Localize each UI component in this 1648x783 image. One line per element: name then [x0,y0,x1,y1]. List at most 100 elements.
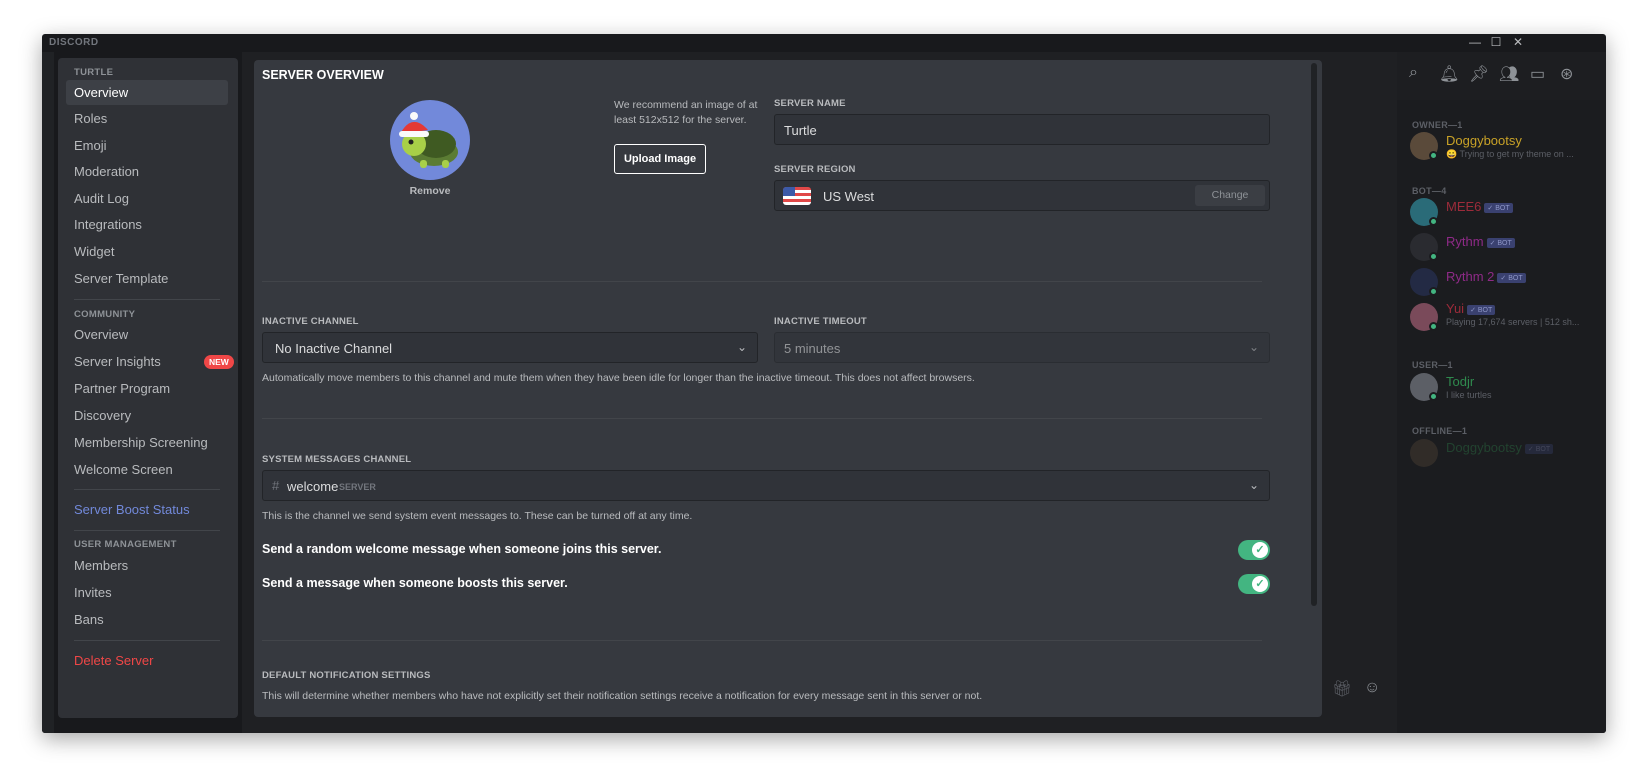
system-description: This is the channel we send system event… [262,510,693,522]
title-bar: DISCORD — ☐ ✕ [42,34,1606,52]
sidebar-heading-community: COMMUNITY [74,309,136,320]
emoji-icon[interactable]: ☺ [1364,679,1380,697]
sidebar-heading-user-management: USER MANAGEMENT [74,539,177,550]
sidebar-item-overview[interactable]: Overview [66,80,228,105]
section-divider [262,640,1262,641]
sidebar-divider [74,530,220,531]
remove-icon-link[interactable]: Remove [390,185,470,197]
boost-message-option: Send a message when someone boosts this … [262,576,568,590]
sidebar-divider [74,489,220,490]
member-status: Playing 17,674 servers | 512 sh... [1446,317,1580,327]
pin-icon[interactable]: 📌︎ [1469,64,1489,84]
us-flag-icon [783,187,811,205]
scrollbar[interactable] [1311,63,1317,606]
member-status: I like turtles [1446,390,1492,400]
app-brand: DISCORD [49,37,99,48]
server-region-value: US West [823,189,875,204]
sidebar-item-moderation[interactable]: Moderation [66,159,228,184]
server-region-label: SERVER REGION [774,164,856,175]
member-name: Rythm [1446,234,1484,249]
hash-icon: # [272,478,280,493]
chevron-down-icon: ⌄ [1248,340,1259,354]
check-icon: ✓ [1252,576,1268,592]
member-name: Doggybootsy [1446,133,1522,148]
sidebar-item-server-template[interactable]: Server Template [66,266,228,291]
sidebar-item-bans[interactable]: Bans [66,607,228,632]
online-dot [1429,252,1438,261]
sidebar-item-boost-status[interactable]: Server Boost Status [66,497,228,522]
group-owner: OWNER—1 [1412,120,1463,130]
member-name: Rythm 2 [1446,269,1495,284]
sidebar-item-partner-program[interactable]: Partner Program [66,376,228,401]
server-name-value: Turtle [784,123,817,138]
bot-badge: ✓ BOT [1497,272,1526,283]
sidebar-item-discovery[interactable]: Discovery [66,403,228,428]
system-channel-value: welcome [287,479,339,494]
boost-message-toggle[interactable]: ✓ [1238,574,1270,594]
inactive-channel-value: No Inactive Channel [275,341,393,356]
sidebar-heading-server: TURTLE [74,67,114,78]
sidebar-item-roles[interactable]: Roles [66,106,228,131]
page-title: SERVER OVERVIEW [262,68,384,82]
change-region-button[interactable]: Change [1195,185,1265,206]
server-icon[interactable] [390,100,470,180]
inbox-icon[interactable]: ▭ [1530,64,1545,84]
help-icon[interactable]: ⊛ [1560,64,1573,84]
online-dot [1429,151,1438,160]
sidebar-item-membership-screening[interactable]: Membership Screening [66,430,228,455]
server-rail [42,52,54,733]
server-name-input[interactable]: Turtle [774,114,1270,145]
group-offline: OFFLINE—1 [1412,426,1468,436]
inactive-channel-select[interactable]: No Inactive Channel ⌄ [262,332,758,363]
bell-icon[interactable]: 🔔︎ [1439,64,1459,84]
sidebar-item-label: Server Insights [74,354,161,369]
online-dot [1429,287,1438,296]
sidebar-item-invites[interactable]: Invites [66,580,228,605]
member-name: MEE6 [1446,199,1482,214]
sidebar-item-audit-log[interactable]: Audit Log [66,186,228,211]
inactive-timeout-label: INACTIVE TIMEOUT [774,316,867,327]
new-badge: NEW [204,355,234,369]
section-divider [262,418,1262,419]
bot-badge: ✓ BOT [1524,443,1554,454]
system-channel-select[interactable]: # welcome SERVER ⌄ [262,470,1270,501]
upload-image-button[interactable]: Upload Image [614,144,706,174]
channel-category: SERVER [339,482,376,492]
sidebar-item-members[interactable]: Members [66,553,228,578]
settings-sidebar: TURTLE Overview Roles Emoji Moderation A… [58,58,238,718]
gift-icon[interactable]: 🎁︎ [1332,679,1352,699]
server-name-label: SERVER NAME [774,98,846,109]
sidebar-item-delete-server[interactable]: Delete Server [66,648,228,673]
inactive-timeout-value: 5 minutes [784,341,841,356]
minimize-button[interactable]: — [1464,35,1486,49]
sidebar-item-community-overview[interactable]: Overview [66,322,228,347]
sidebar-divider [74,640,220,641]
sidebar-item-server-insights[interactable]: Server Insights NEW [66,349,234,374]
sidebar-item-widget[interactable]: Widget [66,239,228,264]
search-icon[interactable]: ⌕ [1409,64,1418,82]
recommend-text-line-2: least 512x512 for the server. [614,114,747,126]
sidebar-item-welcome-screen[interactable]: Welcome Screen [66,457,228,482]
welcome-message-option: Send a random welcome message when someo… [262,542,662,556]
online-dot [1429,217,1438,226]
group-user: USER—1 [1412,360,1453,370]
group-bot: BOT—4 [1412,186,1447,196]
sidebar-item-emoji[interactable]: Emoji [66,133,228,158]
member-name: Todjr [1446,374,1475,389]
sidebar-item-integrations[interactable]: Integrations [66,212,228,237]
settings-content: SERVER OVERVIEW Remove We recommend an i… [254,60,1322,717]
member-name: Doggybootsy [1446,440,1522,455]
welcome-message-toggle[interactable]: ✓ [1238,540,1270,560]
bot-badge: ✓ BOT [1486,237,1515,248]
server-region-field: US West Change [774,180,1270,211]
system-channel-label: SYSTEM MESSAGES CHANNEL [262,454,412,465]
turtle-icon [399,112,458,168]
close-window-button[interactable]: ✕ [1507,35,1529,49]
maximize-button[interactable]: ☐ [1485,35,1507,49]
recommend-text-line-1: We recommend an image of at [614,99,758,111]
bot-badge: ✓ BOT [1467,304,1496,315]
member-name: Yui [1446,301,1465,316]
members-icon[interactable]: 👥︎ [1499,64,1519,84]
inactive-timeout-select[interactable]: 5 minutes ⌄ [774,332,1270,363]
avatar [1410,439,1438,467]
